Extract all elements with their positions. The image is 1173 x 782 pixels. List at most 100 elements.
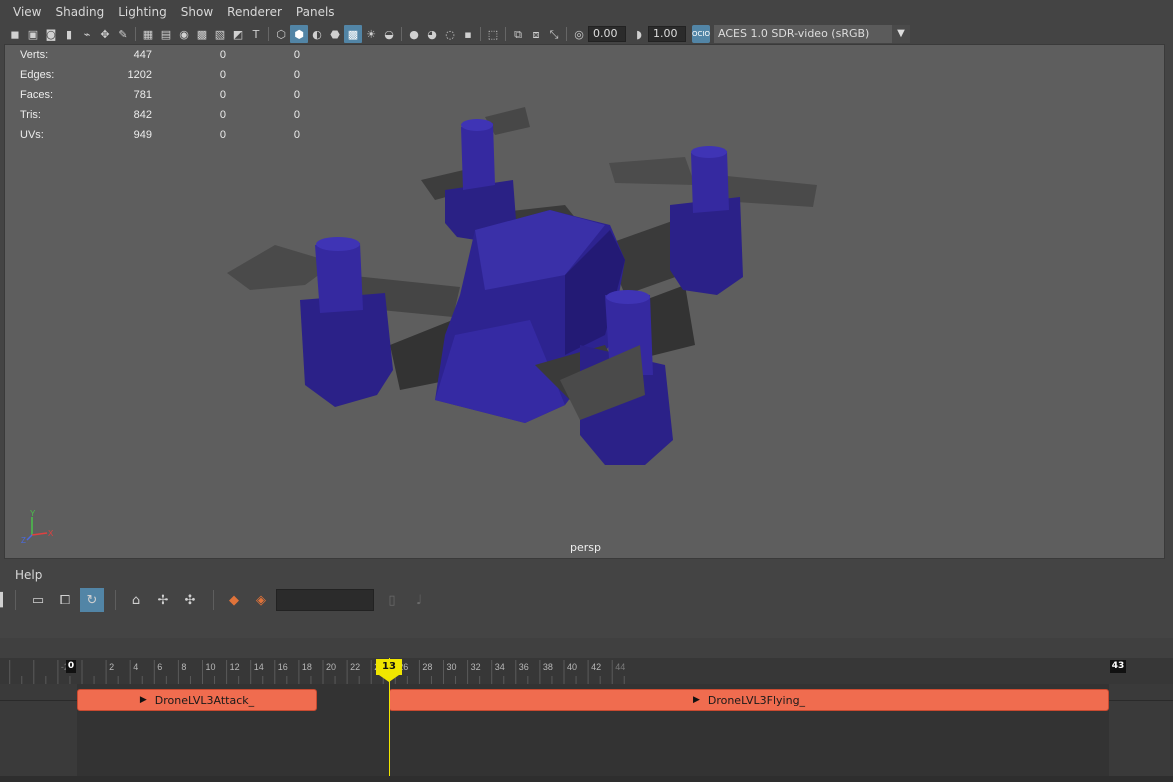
xray-checker-icon[interactable]: ▩ <box>344 25 362 43</box>
ruler-tick-label: 38 <box>543 662 553 672</box>
xray-active-icon[interactable]: ⤡ <box>545 25 563 43</box>
gamma-field[interactable]: 1.00 <box>648 26 686 42</box>
ruler-tick-label: 4 <box>133 662 138 672</box>
toolbar-divider <box>480 27 481 41</box>
menu-renderer[interactable]: Renderer <box>220 0 289 24</box>
film-gate-icon[interactable]: ▤ <box>157 25 175 43</box>
depth-of-field-icon[interactable]: ▪ <box>459 25 477 43</box>
grease-pencil-icon[interactable]: ✎ <box>114 25 132 43</box>
menu-view[interactable]: View <box>6 0 48 24</box>
hud-value: 1202 <box>127 69 152 81</box>
ruler-tick-label: 16 <box>278 662 288 672</box>
hud-label: Tris: <box>20 109 41 121</box>
camera-attributes-icon[interactable]: ▣ <box>24 25 42 43</box>
hud-value: 842 <box>133 109 152 121</box>
safe-title-icon[interactable]: T <box>247 25 265 43</box>
time-ruler[interactable]: -224681012141618202224262830323436384042… <box>0 658 1173 684</box>
toolbar-divider <box>401 27 402 41</box>
exposure-icon[interactable]: ◎ <box>570 25 588 43</box>
snap-icon[interactable]: ↻ <box>80 588 104 612</box>
exposure-field[interactable]: 0.00 <box>588 26 626 42</box>
camera-select-icon[interactable]: ◼ <box>6 25 24 43</box>
range-end-marker[interactable]: 43 <box>1110 660 1126 673</box>
default-lighting-icon[interactable]: ☀ <box>362 25 380 43</box>
hud-component: 0 <box>293 69 300 81</box>
hud-row-tris: Tris: 842 0 0 <box>20 105 300 125</box>
create-clip-icon[interactable]: ⌂ <box>124 588 148 612</box>
current-frame-indicator[interactable]: 13 <box>376 659 402 675</box>
solo-track-icon[interactable]: ⧠ <box>53 588 77 612</box>
hud-value: 781 <box>133 89 152 101</box>
hud-selected: 0 <box>219 109 226 121</box>
time-editor-search-field[interactable] <box>276 589 374 611</box>
motion-blur-icon[interactable]: ◕ <box>423 25 441 43</box>
axis-x-label: X <box>48 529 54 538</box>
field-chart-icon[interactable]: ▧ <box>211 25 229 43</box>
ruler-tick-label: 2 <box>109 662 114 672</box>
time-ruler-ticks: -224681012141618202224262830323436384042… <box>9 660 625 684</box>
hud-component: 0 <box>293 129 300 141</box>
toolbar-divider <box>115 590 116 610</box>
insert-pose-icon[interactable]: ✢ <box>151 588 175 612</box>
play-icon[interactable]: ▶ <box>140 695 147 705</box>
wireframe-icon[interactable]: ⬡ <box>272 25 290 43</box>
toolbar-divider <box>566 27 567 41</box>
image-plane-icon[interactable]: ⌁ <box>78 25 96 43</box>
smooth-shade-icon[interactable]: ⬢ <box>290 25 308 43</box>
xray-icon[interactable]: ⧉ <box>509 25 527 43</box>
character-set-icon[interactable]: ✣ <box>178 588 202 612</box>
gate-mask-icon[interactable]: ▩ <box>193 25 211 43</box>
mute-track-icon[interactable]: ▭ <box>26 588 50 612</box>
hud-selected: 0 <box>219 89 226 101</box>
panel-divider <box>0 638 1173 658</box>
gamma-icon[interactable]: ◗ <box>630 25 648 43</box>
xray-joints-icon[interactable]: ⧈ <box>527 25 545 43</box>
clip-drone-attack[interactable]: ▶ DroneLVL3Attack_ <box>77 689 317 711</box>
hud-component: 0 <box>293 49 300 61</box>
partial-button-icon[interactable]: ▌ <box>0 588 8 612</box>
textured-icon[interactable]: ⬣ <box>326 25 344 43</box>
add-keyframe-icon[interactable]: ◆ <box>222 588 246 612</box>
hud-component: 0 <box>293 109 300 121</box>
menu-panels[interactable]: Panels <box>289 0 342 24</box>
safe-action-icon[interactable]: ◩ <box>229 25 247 43</box>
colorspace-dropdown[interactable]: ACES 1.0 SDR-video (sRGB) ▼ <box>714 25 910 43</box>
resolution-gate-icon[interactable]: ◉ <box>175 25 193 43</box>
hud-row-faces: Faces: 781 0 0 <box>20 85 300 105</box>
ruler-tick-label: 10 <box>206 662 216 672</box>
hud-label: Verts: <box>20 49 49 61</box>
perspective-viewport[interactable]: Verts: 447 0 0 Edges: 1202 0 0 Faces: 78… <box>4 44 1165 559</box>
hud-label: UVs: <box>20 129 44 141</box>
wireframe-on-shaded-icon[interactable]: ◐ <box>308 25 326 43</box>
camera-bookmark-icon[interactable]: ◙ <box>42 25 60 43</box>
toolbar-divider <box>15 590 16 610</box>
anti-aliasing-icon[interactable]: ◌ <box>441 25 459 43</box>
toolbar-divider <box>505 27 506 41</box>
shadows-icon[interactable]: ◒ <box>380 25 398 43</box>
remove-keyframe-icon[interactable]: ◈ <box>249 588 273 612</box>
hud-row-uvs: UVs: 949 0 0 <box>20 125 300 145</box>
menu-shading[interactable]: Shading <box>48 0 111 24</box>
bookmarks-icon[interactable]: ▮ <box>60 25 78 43</box>
ambient-occlusion-icon[interactable]: ● <box>405 25 423 43</box>
colorspace-toggle-icon[interactable]: OCIO <box>692 25 710 43</box>
menu-lighting[interactable]: Lighting <box>111 0 174 24</box>
bottom-scrollbar[interactable] <box>0 776 1173 782</box>
sound-icon[interactable]: ♩ <box>407 588 431 612</box>
play-icon[interactable]: ▶ <box>693 695 700 705</box>
ruler-tick-label: 12 <box>230 662 240 672</box>
menu-help[interactable]: Help <box>15 568 42 582</box>
two-d-pan-icon[interactable]: ✥ <box>96 25 114 43</box>
ruler-tick-label: 30 <box>447 662 457 672</box>
ruler-tick-label: 32 <box>471 662 481 672</box>
range-start-marker[interactable]: 0 <box>66 660 76 673</box>
chevron-down-icon[interactable]: ▼ <box>892 25 910 43</box>
menu-show[interactable]: Show <box>174 0 220 24</box>
hud-component: 0 <box>293 89 300 101</box>
hud-selected: 0 <box>219 129 226 141</box>
ruler-tick-label: 22 <box>350 662 360 672</box>
isolate-select-icon[interactable]: ⬚ <box>484 25 502 43</box>
clip-drone-flying[interactable]: ▶ DroneLVL3Flying_ <box>389 689 1109 711</box>
graph-anim-icon[interactable]: ▯ <box>380 588 404 612</box>
grid-icon[interactable]: ▦ <box>139 25 157 43</box>
